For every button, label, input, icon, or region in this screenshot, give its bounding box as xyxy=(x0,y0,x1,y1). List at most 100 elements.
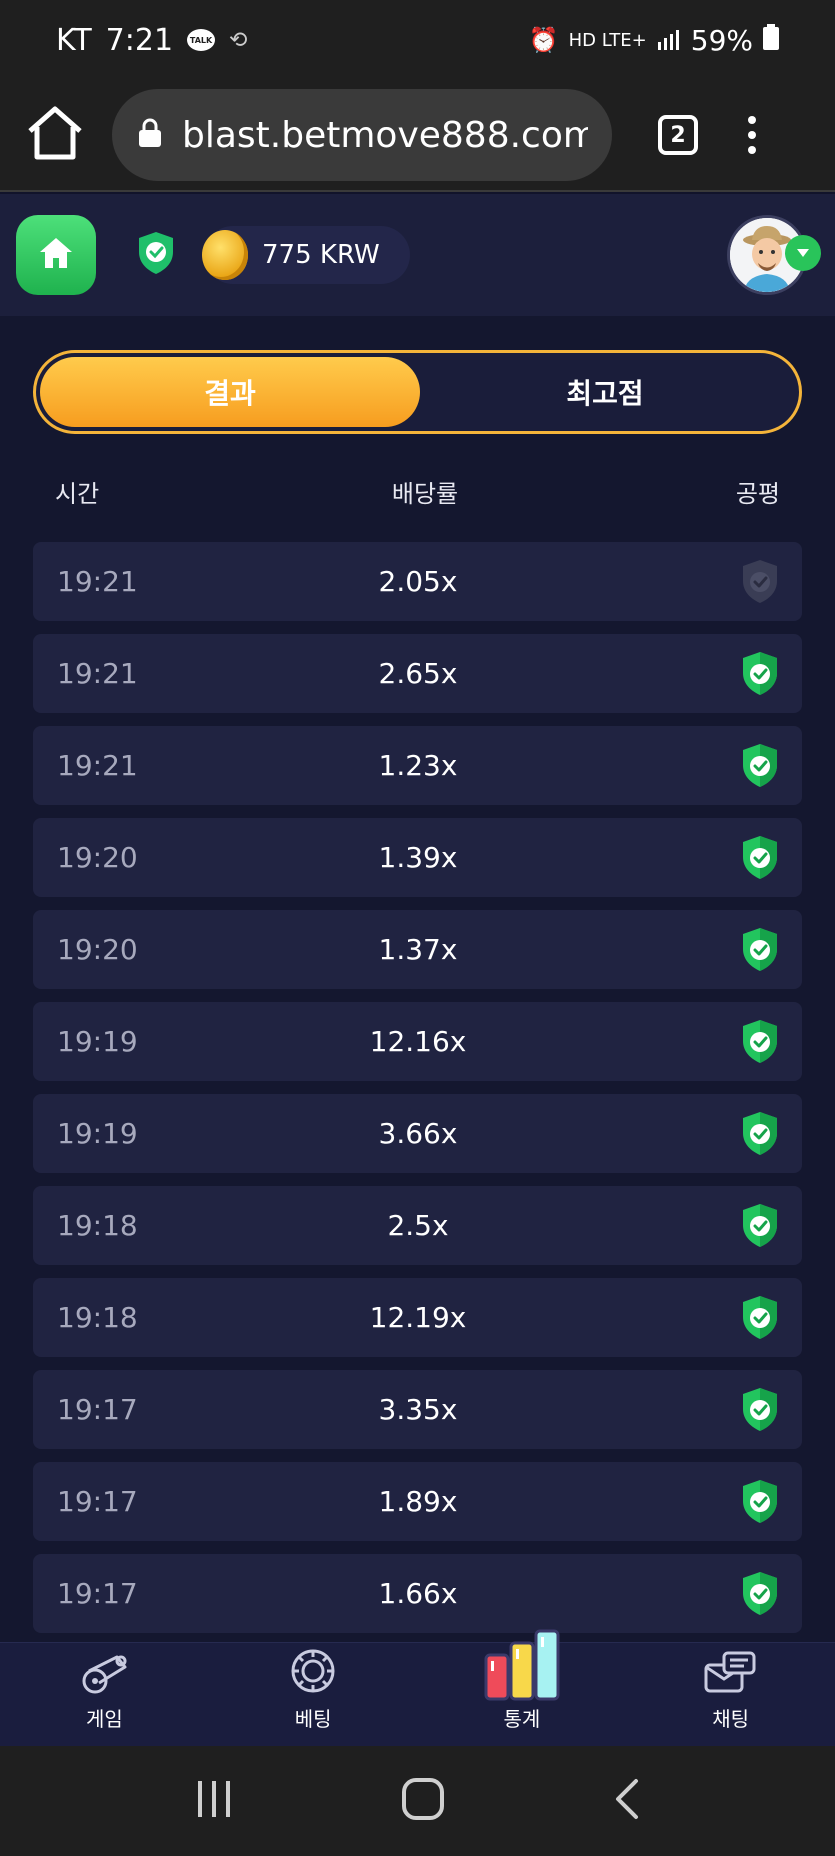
table-row[interactable]: 19:21 1.23x xyxy=(33,726,802,805)
results-panel: 결과 최고점 시간 배당률 공평 19:21 2.05x 19:21 2.65x 19:… xyxy=(0,316,835,1642)
sync-icon: ⟲ xyxy=(229,27,248,53)
chat-icon xyxy=(704,1651,758,1699)
nav-label-chat: 채팅 xyxy=(712,1707,750,1731)
segmented-control: 결과 최고점 xyxy=(33,350,802,434)
verified-shield-icon[interactable] xyxy=(740,1294,780,1346)
row-time: 19:21 xyxy=(57,657,138,690)
table-row[interactable]: 19:17 3.35x xyxy=(33,1370,802,1449)
header-odds: 배당률 xyxy=(391,480,459,508)
url-bar[interactable]: blast.betmove888.com/ xyxy=(112,89,612,181)
row-odds: 1.37x xyxy=(378,933,458,966)
table-row[interactable]: 19:20 1.37x xyxy=(33,910,802,989)
browser-menu-icon[interactable] xyxy=(748,116,756,154)
row-odds: 3.35x xyxy=(378,1393,458,1426)
back-icon[interactable] xyxy=(612,1778,642,1824)
table-row[interactable]: 19:17 1.66x xyxy=(33,1554,802,1633)
row-time: 19:17 xyxy=(57,1393,138,1426)
row-time: 19:18 xyxy=(57,1301,138,1334)
carrier-label: KT xyxy=(56,22,92,58)
nav-game[interactable]: 게임 xyxy=(0,1643,209,1746)
system-home-icon[interactable] xyxy=(401,1777,445,1825)
verified-shield-icon[interactable] xyxy=(740,1202,780,1254)
lock-icon xyxy=(136,117,164,153)
table-row[interactable]: 19:21 2.05x xyxy=(33,542,802,621)
table-row[interactable]: 19:20 1.39x xyxy=(33,818,802,897)
header-fair: 공평 xyxy=(735,480,780,508)
nav-stats[interactable]: 통계 xyxy=(418,1629,627,1746)
tab-results[interactable]: 결과 xyxy=(40,357,420,427)
unverified-shield-icon[interactable] xyxy=(740,558,780,610)
signal-icon xyxy=(657,24,681,57)
verified-shield-icon[interactable] xyxy=(740,926,780,978)
row-time: 19:21 xyxy=(57,565,138,598)
bottom-nav: 게임 베팅 통계 채팅 xyxy=(0,1629,835,1746)
cannon-icon xyxy=(79,1649,129,1699)
row-time: 19:20 xyxy=(57,933,138,966)
row-odds: 12.16x xyxy=(369,1025,467,1058)
table-row[interactable]: 19:19 3.66x xyxy=(33,1094,802,1173)
verified-shield-icon[interactable] xyxy=(740,742,780,794)
row-time: 19:20 xyxy=(57,841,138,874)
profile-menu[interactable] xyxy=(727,215,821,295)
balance-value: 775 KRW xyxy=(262,240,380,270)
table-row[interactable]: 19:21 2.65x xyxy=(33,634,802,713)
row-time: 19:17 xyxy=(57,1485,138,1518)
battery-label: 59% xyxy=(690,23,753,57)
status-bar: KT 7:21 TALK ⟲ ⏰ HD LTE+ 59% xyxy=(0,0,835,80)
tab-high-score[interactable]: 최고점 xyxy=(415,357,795,427)
row-odds: 3.66x xyxy=(378,1117,458,1150)
row-odds: 1.39x xyxy=(378,841,458,874)
row-odds: 1.66x xyxy=(378,1577,458,1610)
table-row[interactable]: 19:18 12.19x xyxy=(33,1278,802,1357)
row-odds: 2.05x xyxy=(378,565,458,598)
nav-label-game: 게임 xyxy=(85,1707,123,1731)
nav-chat[interactable]: 채팅 xyxy=(626,1643,835,1746)
row-time: 19:18 xyxy=(57,1209,138,1242)
row-time: 19:19 xyxy=(57,1117,138,1150)
tabs-button[interactable]: 2 xyxy=(658,115,698,155)
table-header: 시간 배당률 공평 xyxy=(55,474,780,514)
network-label: HD LTE+ xyxy=(568,29,647,51)
chevron-down-icon[interactable] xyxy=(785,235,821,271)
browser-bar: blast.betmove888.com/ 2 xyxy=(0,80,835,192)
coin-icon xyxy=(202,230,248,280)
system-nav-bar xyxy=(0,1746,835,1856)
table-row[interactable]: 19:19 12.16x xyxy=(33,1002,802,1081)
row-odds: 2.5x xyxy=(387,1209,449,1242)
row-time: 19:19 xyxy=(57,1025,138,1058)
row-time: 19:21 xyxy=(57,749,138,782)
battery-icon xyxy=(763,23,779,57)
header-time: 시간 xyxy=(55,480,100,508)
recent-apps-icon[interactable] xyxy=(194,1779,234,1823)
verified-shield-icon[interactable] xyxy=(740,834,780,886)
row-time: 19:17 xyxy=(57,1577,138,1610)
clock: 7:21 xyxy=(105,22,174,58)
alarm-icon: ⏰ xyxy=(528,26,559,54)
verified-shield-icon[interactable] xyxy=(740,650,780,702)
home-button[interactable] xyxy=(16,215,96,295)
bar-chart-icon xyxy=(482,1629,562,1707)
results-list: 19:21 2.05x 19:21 2.65x 19:21 1.23x 19:20 1.39x… xyxy=(33,542,802,1646)
balance-display: 775 KRW xyxy=(202,226,410,284)
fairness-shield-icon[interactable] xyxy=(136,230,176,280)
browser-home-icon[interactable] xyxy=(24,103,86,167)
table-row[interactable]: 19:17 1.89x xyxy=(33,1462,802,1541)
row-odds: 1.89x xyxy=(378,1485,458,1518)
table-row[interactable]: 19:18 2.5x xyxy=(33,1186,802,1265)
verified-shield-icon[interactable] xyxy=(740,1386,780,1438)
row-odds: 12.19x xyxy=(369,1301,467,1334)
tab-count: 2 xyxy=(670,122,686,148)
row-odds: 2.65x xyxy=(378,657,458,690)
nav-label-stats: 통계 xyxy=(503,1707,541,1731)
url-text: blast.betmove888.com/ xyxy=(182,114,588,156)
verified-shield-icon[interactable] xyxy=(740,1570,780,1622)
home-icon xyxy=(38,236,74,274)
verified-shield-icon[interactable] xyxy=(740,1478,780,1530)
kakaotalk-icon: TALK xyxy=(187,29,216,51)
nav-betting[interactable]: 베팅 xyxy=(209,1643,418,1746)
nav-label-betting: 베팅 xyxy=(294,1707,332,1731)
chip-icon xyxy=(289,1647,337,1699)
row-odds: 1.23x xyxy=(378,749,458,782)
verified-shield-icon[interactable] xyxy=(740,1018,780,1070)
verified-shield-icon[interactable] xyxy=(740,1110,780,1162)
